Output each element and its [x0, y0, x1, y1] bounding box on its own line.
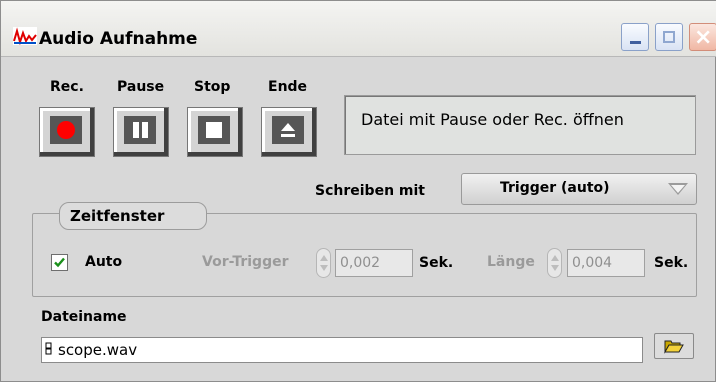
minimize-icon [622, 24, 648, 50]
write-mode-value: Trigger (auto) [500, 180, 610, 196]
stop-button[interactable] [187, 107, 243, 157]
increment-icon [320, 255, 328, 261]
status-display: Datei mit Pause oder Rec. öffnen [344, 95, 696, 155]
decrement-icon [320, 265, 328, 271]
decrement-icon [551, 265, 559, 271]
pre-trigger-spinner[interactable] [316, 248, 331, 278]
length-input[interactable]: 0,004 [567, 249, 645, 277]
rec-label: Rec. [50, 79, 84, 95]
window-title: Audio Aufnahme [39, 29, 198, 49]
stop-label: Stop [194, 79, 231, 95]
write-mode-label: Schreiben mit [315, 183, 425, 199]
minimize-button[interactable] [621, 23, 649, 51]
auto-checkbox[interactable] [51, 254, 68, 271]
close-icon: × [694, 25, 713, 50]
folder-open-icon [664, 340, 684, 354]
increment-icon [551, 255, 559, 261]
path-icon [45, 342, 52, 355]
eject-icon [272, 116, 304, 144]
pause-button[interactable] [113, 107, 169, 157]
pre-trigger-label: Vor-Trigger [202, 254, 289, 270]
length-label: Länge [487, 254, 535, 270]
length-unit: Sek. [654, 255, 689, 271]
check-icon [54, 257, 65, 268]
close-button[interactable]: × [689, 23, 716, 51]
auto-label: Auto [85, 254, 123, 270]
pre-trigger-value: 0,002 [340, 255, 381, 271]
record-button[interactable] [39, 107, 95, 157]
end-label: Ende [268, 79, 308, 95]
stop-icon [198, 116, 230, 144]
maximize-icon [656, 24, 682, 50]
filename-input[interactable]: scope.wav [41, 337, 643, 363]
maximize-button[interactable] [655, 23, 683, 51]
pre-trigger-input[interactable]: 0,002 [335, 249, 413, 277]
record-icon [50, 116, 82, 144]
length-spinner[interactable] [547, 248, 562, 278]
title-bar[interactable]: Audio Aufnahme × [1, 1, 716, 57]
filename-label: Dateiname [41, 309, 127, 325]
browse-button[interactable] [654, 333, 694, 359]
write-mode-dropdown[interactable]: Trigger (auto) [461, 173, 697, 205]
filename-value: scope.wav [58, 341, 138, 359]
status-message: Datei mit Pause oder Rec. öffnen [361, 110, 624, 129]
pause-icon [124, 116, 156, 144]
time-window-title: Zeitfenster [70, 207, 165, 225]
pause-label: Pause [117, 79, 165, 95]
eject-button[interactable] [261, 107, 317, 157]
app-waveform-icon [13, 27, 37, 45]
pre-trigger-unit: Sek. [419, 255, 454, 271]
time-window-title-box: Zeitfenster [59, 202, 207, 230]
length-value: 0,004 [572, 255, 613, 271]
audio-recording-window: Audio Aufnahme × Rec. Pause Stop Ende Da… [0, 0, 716, 382]
